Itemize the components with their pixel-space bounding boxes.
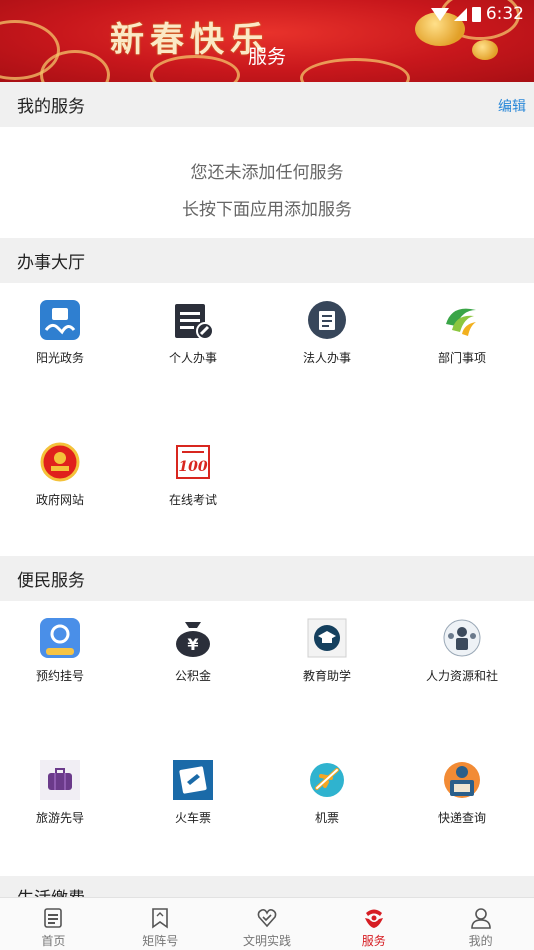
service-label: 个人办事 (168, 351, 217, 365)
profile-icon (470, 907, 492, 929)
registration-icon (40, 618, 80, 658)
nav-matrix[interactable]: 矩阵号 (107, 898, 214, 950)
sunshine-affairs-icon (40, 300, 80, 340)
service-label: 政府网站 (35, 493, 84, 507)
service-label: 预约挂号 (35, 669, 84, 683)
service-human-resources[interactable]: 人力资源和社 (395, 618, 529, 684)
nav-label: 我的 (468, 934, 493, 948)
service-label: 部门事项 (437, 351, 486, 365)
suitcase-icon (40, 760, 80, 800)
nav-label: 服务 (361, 934, 386, 948)
service-provident-fund[interactable]: ¥ 公积金 (126, 618, 260, 684)
section-convenience: 便民服务 (0, 556, 534, 601)
courier-icon (442, 760, 482, 800)
service-personal-affairs[interactable]: 个人办事 (126, 300, 260, 366)
wifi-icon (430, 7, 449, 21)
service-label: 快递查询 (437, 811, 486, 825)
svg-text:100: 100 (178, 459, 207, 475)
service-legal-person[interactable]: 法人办事 (260, 300, 394, 366)
train-ticket-icon (173, 760, 213, 800)
my-services-empty: 您还未添加任何服务 长按下面应用添加服务 (0, 127, 534, 238)
service-label: 在线考试 (168, 493, 217, 507)
exam-icon: 100 (173, 442, 213, 482)
nav-service[interactable]: 服务 (320, 898, 427, 950)
education-icon (307, 618, 347, 658)
national-emblem-icon (40, 442, 80, 482)
service-label: 旅游先导 (35, 811, 84, 825)
service-courier[interactable]: 快递查询 (395, 760, 529, 826)
service-sunshine-affairs[interactable]: 阳光政务 (0, 300, 127, 366)
section-my-services: 我的服务 编辑 (0, 82, 534, 127)
department-icon (442, 300, 482, 340)
page-title: 服务 (247, 46, 286, 68)
nav-label: 文明实践 (242, 934, 291, 948)
bottom-navigation: 首页 矩阵号 文明实践 服务 我的 (0, 897, 534, 950)
section-title: 办事大厅 (17, 253, 85, 273)
nav-civilization[interactable]: 文明实践 (214, 898, 321, 950)
service-label: 阳光政务 (35, 351, 84, 365)
status-time: 6:32 (485, 4, 524, 24)
provident-fund-icon: ¥ (173, 618, 213, 658)
empty-hint-line2: 长按下面应用添加服务 (182, 200, 352, 220)
nav-label: 首页 (41, 934, 66, 948)
section-title: 便民服务 (17, 571, 85, 591)
service-department[interactable]: 部门事项 (395, 300, 529, 366)
service-label: 火车票 (174, 811, 211, 825)
svg-text:¥: ¥ (187, 635, 198, 654)
airplane-icon (307, 760, 347, 800)
service-travel-guide[interactable]: 旅游先导 (0, 760, 127, 826)
edit-button[interactable]: 编辑 (498, 96, 526, 116)
nav-profile[interactable]: 我的 (427, 898, 534, 950)
section-life-payment-peek: 生活缴费 (0, 876, 534, 898)
service-label: 教育助学 (302, 669, 351, 683)
section-office-hall: 办事大厅 (0, 238, 534, 283)
legal-person-icon (307, 300, 347, 340)
service-online-exam[interactable]: 100 在线考试 (126, 442, 260, 508)
service-label: 公积金 (174, 669, 211, 683)
bookmark-icon (149, 907, 171, 929)
human-resources-icon (442, 618, 482, 658)
service-train-ticket[interactable]: 火车票 (126, 760, 260, 826)
service-education[interactable]: 教育助学 (260, 618, 394, 684)
service-registration[interactable]: 预约挂号 (0, 618, 127, 684)
nav-label: 矩阵号 (142, 934, 179, 948)
service-label: 人力资源和社 (425, 669, 498, 683)
empty-hint-line1: 您还未添加任何服务 (190, 163, 344, 183)
service-flight-ticket[interactable]: 机票 (260, 760, 394, 826)
header-banner: 新春快乐 服务 6:32 (0, 0, 534, 82)
nav-home[interactable]: 首页 (0, 898, 107, 950)
personal-affairs-icon (173, 300, 213, 340)
service-government-site[interactable]: 政府网站 (0, 442, 127, 508)
section-title: 生活缴费 (17, 884, 85, 898)
section-title: 我的服务 (17, 97, 85, 117)
service-label: 机票 (314, 811, 339, 825)
service-icon (363, 907, 385, 929)
battery-icon (471, 6, 481, 22)
heart-icon (256, 907, 278, 929)
status-bar: 6:32 (430, 4, 524, 24)
signal-icon (453, 7, 467, 21)
service-label: 法人办事 (302, 351, 351, 365)
home-icon (42, 907, 64, 929)
